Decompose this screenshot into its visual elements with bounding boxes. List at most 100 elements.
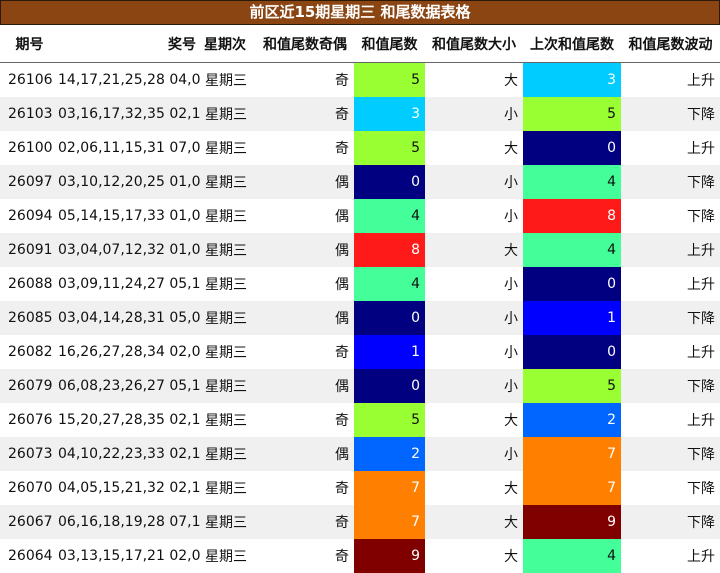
prev-tail-cell: 1: [523, 301, 621, 335]
size-cell: 大: [425, 539, 523, 573]
table-row: 2607004,05,15,21,32 02,11星期三奇7大7下降: [0, 471, 720, 505]
size-cell: 小: [425, 267, 523, 301]
table-row: 2606706,16,18,19,28 07,11星期三奇7大9下降: [0, 505, 720, 539]
issue-cell: 26070: [0, 471, 55, 505]
numbers-cell: 05,14,15,17,33 01,07: [55, 199, 200, 233]
wave-cell: 下降: [621, 165, 720, 199]
numbers-cell: 02,06,11,15,31 07,08: [55, 131, 200, 165]
header-issue: 期号: [0, 25, 55, 63]
tail-cell: 9: [354, 539, 425, 573]
header-tail: 和值尾数: [354, 25, 425, 63]
numbers-cell: 03,09,11,24,27 05,11: [55, 267, 200, 301]
weekday-cell: 星期三: [200, 505, 256, 539]
numbers-cell: 03,13,15,17,21 02,07: [55, 539, 200, 573]
prev-tail-cell: 3: [523, 62, 621, 97]
odd-even-cell: 偶: [256, 437, 354, 471]
back-numbers: 02,11: [169, 480, 200, 496]
issue-cell: 26094: [0, 199, 55, 233]
wave-cell: 下降: [621, 97, 720, 131]
issue-cell: 26106: [0, 62, 55, 97]
size-cell: 小: [425, 165, 523, 199]
prev-tail-cell: 5: [523, 369, 621, 403]
weekday-cell: 星期三: [200, 335, 256, 369]
tail-cell: 5: [354, 403, 425, 437]
wave-cell: 上升: [621, 335, 720, 369]
weekday-cell: 星期三: [200, 97, 256, 131]
odd-even-cell: 偶: [256, 267, 354, 301]
size-cell: 小: [425, 335, 523, 369]
issue-cell: 26085: [0, 301, 55, 335]
size-cell: 小: [425, 301, 523, 335]
tail-cell: 0: [354, 369, 425, 403]
front-numbers: 03,09,11,24,27: [58, 276, 165, 292]
odd-even-cell: 奇: [256, 403, 354, 437]
tail-cell: 4: [354, 267, 425, 301]
odd-even-cell: 奇: [256, 335, 354, 369]
header-odd-even: 和值尾数奇偶: [256, 25, 354, 63]
table-row: 2607615,20,27,28,35 02,11星期三奇5大2上升: [0, 403, 720, 437]
size-cell: 大: [425, 233, 523, 267]
issue-cell: 26073: [0, 437, 55, 471]
front-numbers: 03,04,14,28,31: [58, 310, 165, 326]
size-cell: 大: [425, 403, 523, 437]
wave-cell: 下降: [621, 369, 720, 403]
wave-cell: 上升: [621, 267, 720, 301]
table-row: 2608216,26,27,28,34 02,06星期三奇1小0上升: [0, 335, 720, 369]
numbers-cell: 14,17,21,25,28 04,06: [55, 62, 200, 97]
sum-tail-table: 期号 奖号 星期次 和值尾数奇偶 和值尾数 和值尾数大小 上次和值尾数 和值尾数…: [0, 25, 720, 573]
odd-even-cell: 偶: [256, 369, 354, 403]
table-row: 2609103,04,07,12,32 01,02星期三偶8大4上升: [0, 233, 720, 267]
tail-cell: 3: [354, 97, 425, 131]
odd-even-cell: 奇: [256, 505, 354, 539]
table-title: 前区近15期星期三 和尾数据表格: [0, 0, 720, 25]
weekday-cell: 星期三: [200, 539, 256, 573]
tail-cell: 7: [354, 505, 425, 539]
prev-tail-cell: 9: [523, 505, 621, 539]
prev-tail-cell: 5: [523, 97, 621, 131]
weekday-cell: 星期三: [200, 403, 256, 437]
table-row: 2606403,13,15,17,21 02,07星期三奇9大4上升: [0, 539, 720, 573]
numbers-cell: 16,26,27,28,34 02,06: [55, 335, 200, 369]
prev-tail-cell: 7: [523, 437, 621, 471]
numbers-cell: 03,10,12,20,25 01,09: [55, 165, 200, 199]
numbers-cell: 03,16,17,32,35 02,12: [55, 97, 200, 131]
weekday-cell: 星期三: [200, 471, 256, 505]
wave-cell: 上升: [621, 131, 720, 165]
table-row: 2610303,16,17,32,35 02,12星期三奇3小5下降: [0, 97, 720, 131]
back-numbers: 02,12: [169, 446, 200, 462]
prev-tail-cell: 0: [523, 131, 621, 165]
odd-even-cell: 偶: [256, 301, 354, 335]
size-cell: 小: [425, 199, 523, 233]
front-numbers: 02,06,11,15,31: [58, 140, 165, 156]
weekday-cell: 星期三: [200, 369, 256, 403]
header-size: 和值尾数大小: [425, 25, 523, 63]
prev-tail-cell: 4: [523, 165, 621, 199]
wave-cell: 上升: [621, 403, 720, 437]
size-cell: 大: [425, 62, 523, 97]
weekday-cell: 星期三: [200, 199, 256, 233]
tail-cell: 0: [354, 301, 425, 335]
prev-tail-cell: 7: [523, 471, 621, 505]
tail-cell: 1: [354, 335, 425, 369]
numbers-cell: 04,10,22,23,33 02,12: [55, 437, 200, 471]
back-numbers: 07,08: [169, 140, 200, 156]
back-numbers: 02,12: [169, 106, 200, 122]
size-cell: 大: [425, 471, 523, 505]
wave-cell: 下降: [621, 471, 720, 505]
prev-tail-cell: 4: [523, 539, 621, 573]
issue-cell: 26091: [0, 233, 55, 267]
issue-cell: 26064: [0, 539, 55, 573]
back-numbers: 04,06: [169, 72, 200, 88]
weekday-cell: 星期三: [200, 233, 256, 267]
table-row: 2607906,08,23,26,27 05,12星期三偶0小5下降: [0, 369, 720, 403]
tail-cell: 0: [354, 165, 425, 199]
front-numbers: 03,16,17,32,35: [58, 106, 165, 122]
front-numbers: 04,10,22,23,33: [58, 446, 165, 462]
weekday-cell: 星期三: [200, 165, 256, 199]
header-prev-tail: 上次和值尾数: [523, 25, 621, 63]
weekday-cell: 星期三: [200, 131, 256, 165]
back-numbers: 02,11: [169, 412, 200, 428]
size-cell: 小: [425, 437, 523, 471]
table-row: 2608503,04,14,28,31 05,07星期三偶0小1下降: [0, 301, 720, 335]
table-row: 2607304,10,22,23,33 02,12星期三偶2小7下降: [0, 437, 720, 471]
